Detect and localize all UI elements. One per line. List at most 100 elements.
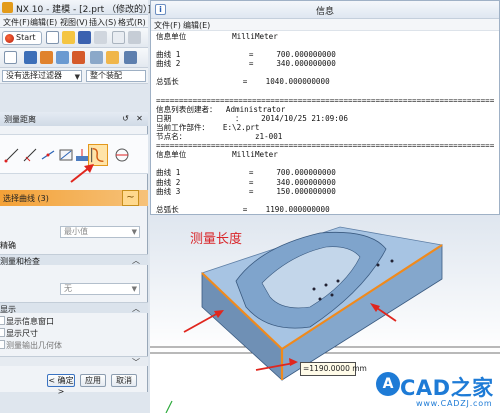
menu-format[interactable]: 格式(R) bbox=[118, 17, 146, 28]
info-line: 信息单位 MilliMeter bbox=[156, 150, 278, 160]
info-line: 曲线 3 = 150.000000000 bbox=[156, 186, 336, 196]
dialog-titlebar: 测量距离 ↺ ✕ bbox=[0, 112, 148, 126]
info-line bbox=[156, 196, 496, 205]
reset-icon[interactable]: ↺ bbox=[120, 113, 131, 124]
select-curve-label: 选择曲线 (3) bbox=[3, 194, 49, 203]
info-line: 信息单位 MilliMeter bbox=[156, 32, 278, 41]
selection-toolbar: 没有选择过滤器 ▼ 整个装配 bbox=[0, 68, 148, 84]
main-toolbar: Start bbox=[0, 28, 148, 48]
chevron-up-icon: ︿ bbox=[132, 304, 140, 313]
info-menubar: 文件(F) 编辑(E) bbox=[151, 19, 499, 31]
display-section-header[interactable]: 显示 ︿ bbox=[0, 302, 148, 314]
hole bbox=[318, 297, 322, 301]
chamfer-icon[interactable] bbox=[106, 51, 119, 64]
diameter-icon[interactable] bbox=[114, 147, 130, 163]
chevron-down-icon: ﹀ bbox=[132, 358, 140, 367]
revolve-icon[interactable] bbox=[40, 51, 53, 64]
close-icon[interactable]: ✕ bbox=[134, 113, 145, 124]
hole bbox=[324, 283, 328, 287]
check-dropdown-value: 无 bbox=[64, 284, 72, 293]
ok-button[interactable]: < 确定 > bbox=[47, 374, 75, 396]
display-label: 显示 bbox=[0, 305, 16, 314]
info-line: 日期 ： 2014/10/25 21:09:06 bbox=[156, 113, 348, 123]
scope-combo[interactable]: 整个装配 bbox=[86, 70, 146, 82]
start-label: Start bbox=[16, 33, 36, 42]
menu-insert[interactable]: 插入(S) bbox=[89, 17, 116, 28]
scope-value: 整个装配 bbox=[90, 71, 122, 80]
watermark-site: www.CADZJ.com bbox=[416, 399, 493, 408]
info-title: 信息 bbox=[315, 7, 334, 17]
output-geometry-label: 测量输出几何体 bbox=[6, 341, 62, 350]
screen-distance-icon[interactable] bbox=[40, 147, 56, 163]
info-line: 曲线 2 = 340.000000000 bbox=[156, 177, 336, 187]
measure-distance-dialog: 测量距离 ↺ ✕ 选择曲线 (3) ~ 最小值 ▼ 精确 测量和检查 ︿ 无 ▼… bbox=[0, 112, 148, 396]
dimension-label: 显示尺寸 bbox=[6, 329, 38, 338]
print-icon[interactable] bbox=[94, 31, 107, 44]
info-line: 总弧长 = 1190.000000000 bbox=[156, 204, 330, 214]
chevron-up-icon: ︿ bbox=[132, 256, 140, 265]
axis-triad bbox=[165, 400, 173, 413]
copy-icon[interactable] bbox=[128, 31, 141, 44]
settings-section-header[interactable]: ﹀ bbox=[0, 356, 148, 367]
measure-dropdown-value: 最小值 bbox=[64, 227, 88, 236]
menu-view[interactable]: 视图(V) bbox=[60, 17, 88, 28]
dimension-checkbox[interactable] bbox=[0, 328, 5, 337]
info-line: 总弧长 = 1040.000000000 bbox=[156, 77, 330, 87]
blend-icon[interactable] bbox=[90, 51, 103, 64]
open-folder-icon[interactable] bbox=[62, 31, 75, 44]
flag-check-section-header[interactable]: 测量和检查 ︿ bbox=[0, 254, 148, 266]
chevron-down-icon: ▼ bbox=[74, 73, 80, 81]
info-window: i 信息 文件(F) 编辑(E) 信息单位 MilliMeter 曲线 1 = … bbox=[150, 0, 500, 215]
type-filter-value: 没有选择过滤器 bbox=[6, 71, 62, 80]
apply-button[interactable]: 应用 bbox=[80, 374, 106, 387]
new-file-icon[interactable] bbox=[46, 31, 59, 44]
measure-dropdown[interactable]: 最小值 ▼ bbox=[60, 226, 140, 238]
annotation-arrow bbox=[183, 311, 221, 333]
info-menu-file[interactable]: 文件(F) bbox=[154, 20, 181, 31]
arc-length-icon[interactable] bbox=[58, 147, 74, 163]
extrude-icon[interactable] bbox=[24, 51, 37, 64]
chevron-down-icon: ▼ bbox=[131, 228, 137, 236]
flag-check-label: 测量和检查 bbox=[0, 257, 40, 266]
dimension-readout-value: =1190.0000 mm bbox=[303, 364, 367, 373]
hole bbox=[376, 263, 380, 267]
start-icon bbox=[5, 34, 14, 43]
chevron-down-icon: ▼ bbox=[131, 285, 137, 293]
accuracy-label: 精确 bbox=[0, 241, 16, 250]
info-line: 曲线 2 = 340.000000000 bbox=[156, 59, 336, 69]
start-button[interactable]: Start bbox=[2, 31, 42, 45]
cancel-button[interactable]: 取消 bbox=[111, 374, 137, 387]
measure-length-annotation: 测量长度 bbox=[190, 232, 243, 247]
info-line bbox=[156, 87, 496, 96]
check-dropdown[interactable]: 无 ▼ bbox=[60, 283, 140, 295]
info-titlebar: i 信息 bbox=[151, 1, 499, 19]
nx-menubar: 文件(F) 编辑(E) 视图(V) 插入(S) 格式(R) bbox=[0, 15, 148, 28]
point-distance-icon[interactable] bbox=[4, 147, 20, 163]
sketch-icon[interactable] bbox=[4, 51, 17, 64]
watermark-logo-icon: A bbox=[376, 372, 400, 396]
curve-select-icon[interactable]: ~ bbox=[122, 190, 139, 206]
info-line: 信息列表创建者： Administrator bbox=[156, 104, 286, 114]
cad-watermark: A CAD之家 www.CADZJ.com bbox=[374, 370, 500, 413]
nx-window-title: NX 10 - 建模 - [2.prt （修改的）] bbox=[16, 5, 152, 15]
info-window-checkbox[interactable] bbox=[0, 316, 5, 325]
output-geometry-checkbox[interactable] bbox=[0, 340, 5, 349]
type-filter-combo[interactable]: 没有选择过滤器 ▼ bbox=[2, 70, 82, 82]
boolean-icon[interactable] bbox=[72, 51, 85, 64]
info-line: 曲线 1 = 700.000000000 bbox=[156, 168, 336, 178]
shell-icon[interactable] bbox=[124, 51, 137, 64]
info-window-label: 显示信息窗口 bbox=[6, 317, 54, 326]
menu-edit[interactable]: 编辑(E) bbox=[30, 17, 57, 28]
projected-distance-icon[interactable] bbox=[22, 147, 38, 163]
info-line: ========================================… bbox=[156, 95, 495, 105]
save-icon[interactable] bbox=[78, 31, 91, 44]
hole bbox=[390, 259, 394, 263]
info-menu-edit[interactable]: 编辑(E) bbox=[183, 20, 210, 31]
hole-icon[interactable] bbox=[56, 51, 69, 64]
info-line: ========================================… bbox=[156, 141, 495, 151]
scissors-icon[interactable] bbox=[112, 31, 125, 44]
info-text-area[interactable]: 信息单位 MilliMeter 曲线 1 = 700.000000000 曲线 2… bbox=[156, 32, 496, 214]
hole bbox=[312, 287, 316, 291]
nx-logo-icon bbox=[2, 2, 13, 13]
menu-file[interactable]: 文件(F) bbox=[3, 17, 30, 28]
